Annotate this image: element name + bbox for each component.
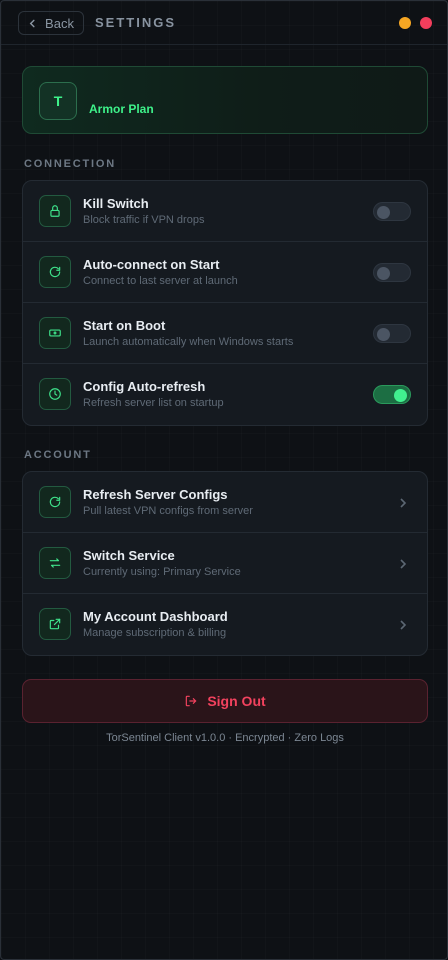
footer-text: TorSentinel Client v1.0.0 · Encrypted · … <box>106 732 344 744</box>
account-group: Refresh Server Configs Pull latest VPN c… <box>22 471 428 656</box>
refresh-icon <box>39 486 71 518</box>
power-box-icon <box>39 317 71 349</box>
section-label-account: ACCOUNT <box>24 449 92 461</box>
setting-subtitle: Refresh server list on startup <box>83 397 224 409</box>
chevron-left-icon <box>29 19 35 27</box>
account-row-dashboard[interactable]: My Account Dashboard Manage subscription… <box>23 594 427 655</box>
setting-title: Config Auto-refresh <box>83 379 206 394</box>
sign-out-button[interactable]: Sign Out <box>22 679 428 723</box>
account-row-switch-service[interactable]: Switch Service Currently using: Primary … <box>23 533 427 594</box>
start-on-boot-toggle[interactable] <box>373 324 411 343</box>
chevron-right-icon <box>399 557 407 569</box>
sign-out-label: Sign Out <box>207 693 266 709</box>
sign-out-icon <box>186 695 197 707</box>
switch-arrows-icon <box>39 547 71 579</box>
kill-switch-toggle[interactable] <box>373 202 411 221</box>
setting-row-auto-connect[interactable]: Auto-connect on Start Connect to last se… <box>23 242 427 303</box>
config-auto-refresh-toggle[interactable] <box>373 385 411 404</box>
toggle-knob <box>394 389 407 402</box>
account-row-title: Refresh Server Configs <box>83 487 228 502</box>
back-button[interactable]: Back <box>18 11 84 35</box>
toggle-knob <box>377 206 390 219</box>
auto-connect-toggle[interactable] <box>373 263 411 282</box>
lock-icon <box>39 195 71 227</box>
back-label: Back <box>45 15 74 31</box>
account-row-title: My Account Dashboard <box>83 609 228 624</box>
refresh-icon <box>39 256 71 288</box>
setting-row-kill-switch[interactable]: Kill Switch Block traffic if VPN drops <box>23 181 427 242</box>
setting-subtitle: Block traffic if VPN drops <box>83 214 205 226</box>
account-row-refresh-configs[interactable]: Refresh Server Configs Pull latest VPN c… <box>23 472 427 533</box>
toggle-knob <box>377 328 390 341</box>
account-row-subtitle: Manage subscription & billing <box>83 627 227 639</box>
setting-subtitle: Connect to last server at launch <box>83 275 238 287</box>
header-bar: Back SETTINGS <box>1 1 447 45</box>
account-row-subtitle: Currently using: Primary Service <box>83 566 241 578</box>
setting-title: Auto-connect on Start <box>83 257 220 272</box>
chevron-right-icon <box>399 618 407 630</box>
account-row-title: Switch Service <box>83 548 175 563</box>
connection-group: Kill Switch Block traffic if VPN drops A… <box>22 180 428 426</box>
close-dot[interactable] <box>420 17 432 29</box>
settings-window: Back SETTINGS T Armor Plan CONNECTION Ki… <box>0 0 448 960</box>
plan-card: T Armor Plan <box>22 66 428 134</box>
plan-name: Armor Plan <box>89 102 154 116</box>
setting-title: Kill Switch <box>83 196 149 211</box>
setting-row-start-on-boot[interactable]: Start on Boot Launch automatically when … <box>23 303 427 364</box>
section-label-connection: CONNECTION <box>24 158 116 170</box>
minimize-dot[interactable] <box>399 17 411 29</box>
clock-icon <box>39 378 71 410</box>
account-row-subtitle: Pull latest VPN configs from server <box>83 505 253 517</box>
avatar: T <box>39 82 77 120</box>
chevron-right-icon <box>399 496 407 508</box>
page-title: SETTINGS <box>95 15 177 30</box>
setting-subtitle: Launch automatically when Windows starts <box>83 336 294 348</box>
setting-row-config-auto-refresh[interactable]: Config Auto-refresh Refresh server list … <box>23 364 427 425</box>
external-link-icon <box>39 608 71 640</box>
toggle-knob <box>377 267 390 280</box>
setting-title: Start on Boot <box>83 318 166 333</box>
